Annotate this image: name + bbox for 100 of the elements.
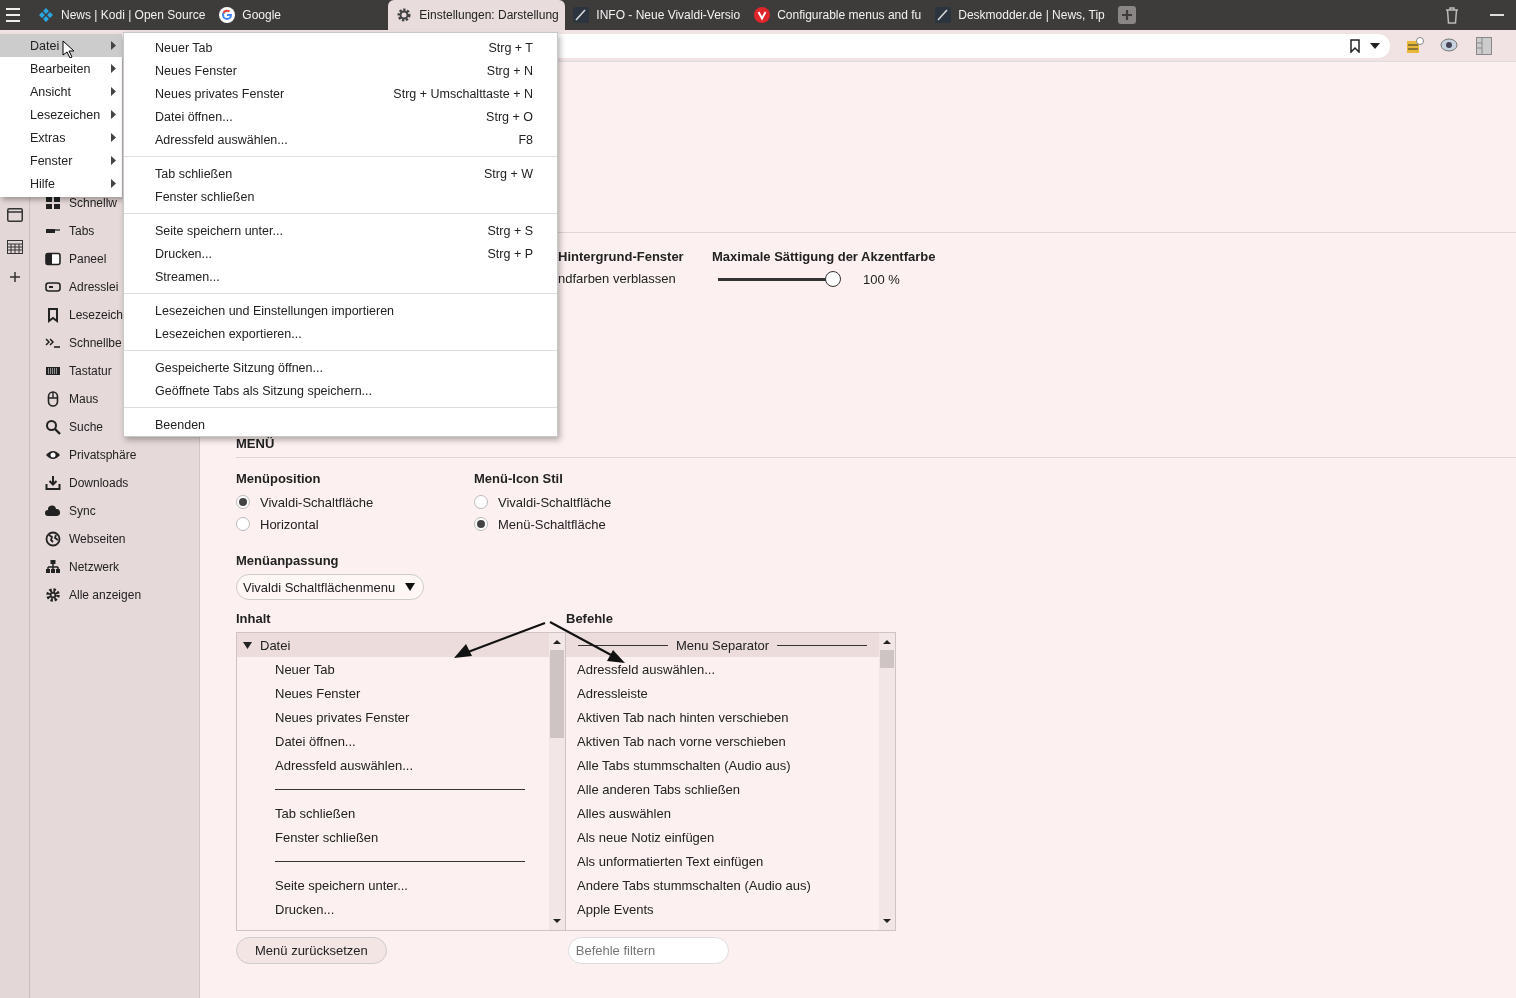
command-item[interactable]: Alle anderen Tabs schließen: [566, 777, 879, 801]
command-item[interactable]: Andere Tabs stummschalten (Audio aus): [566, 873, 879, 897]
panel-icon: [45, 251, 61, 267]
menu-dropdown[interactable]: Vivaldi Schaltflächenmenu: [236, 574, 425, 600]
menu-item[interactable]: Geöffnete Tabs als Sitzung speichern...: [124, 379, 557, 402]
command-item[interactable]: Adressleiste: [566, 681, 879, 705]
tree-item[interactable]: Datei: [237, 633, 549, 657]
tree-item[interactable]: Neuer Tab: [237, 657, 549, 681]
plus-icon[interactable]: [9, 272, 20, 282]
menu-item[interactable]: Neuer Tab Strg + T: [124, 36, 557, 59]
calendar-icon[interactable]: [6, 240, 23, 254]
globe-icon: [45, 531, 61, 547]
filter-field[interactable]: Befehle filtern: [567, 937, 729, 964]
settings-nav-item[interactable]: Suche: [69, 420, 104, 434]
shortcut-text: Strg + S: [487, 223, 533, 238]
menu-item[interactable]: Datei: [0, 34, 122, 57]
settings-nav-item[interactable]: Tabs: [69, 224, 95, 238]
shortcut-text: Strg + N: [486, 63, 533, 78]
browser-tab[interactable]: News | Kodi | Open Source: [30, 0, 212, 30]
command-item[interactable]: Alle Tabs stummschalten (Audio aus): [566, 753, 879, 777]
list-label: Inhalt: [236, 610, 272, 628]
menu-item[interactable]: Fenster: [0, 149, 122, 172]
menu-item[interactable]: Seite speichern unter... Strg + S: [124, 219, 557, 242]
tree-item[interactable]: Datei öffnen...: [237, 729, 549, 753]
caret-icon: [405, 583, 416, 591]
new-tab-button[interactable]: [1117, 6, 1136, 24]
radio-button[interactable]: [474, 495, 488, 509]
bookmark-icon[interactable]: [1350, 38, 1360, 53]
menu-item[interactable]: Lesezeichen und Einstellungen importieren: [124, 299, 557, 322]
reset-menu-button[interactable]: Menü zurücksetzen: [236, 937, 387, 964]
menu-item[interactable]: Tab schließen Strg + W: [124, 162, 557, 185]
pen-icon: [573, 7, 590, 23]
radio-label: Horizontal: [260, 516, 319, 532]
shortcut-text: Strg + Umschalttaste + N: [393, 86, 533, 101]
settings-nav-item[interactable]: Tastatur: [69, 364, 112, 378]
settings-nav-item[interactable]: Alle anzeigen: [69, 588, 142, 602]
sidebar-panel-icon[interactable]: [1476, 36, 1492, 55]
tree-item[interactable]: Fenster schließen: [237, 825, 549, 849]
settings-nav-item[interactable]: Webseiten: [69, 532, 126, 546]
settings-nav-item[interactable]: Sync: [69, 504, 96, 518]
command-item[interactable]: Als neue Notiz einfügen: [566, 825, 879, 849]
tree-item[interactable]: Adressfeld auswählen...: [237, 753, 549, 777]
gear-icon: [396, 7, 413, 23]
menu-item[interactable]: Bearbeiten: [0, 57, 122, 80]
browser-tab[interactable]: Einstellungen: Darstellung: [388, 0, 566, 30]
search-icon: [45, 419, 61, 435]
settings-nav-item[interactable]: Lesezeich: [69, 308, 124, 322]
browser-tab[interactable]: INFO - Neue Vivaldi-Versio: [565, 0, 747, 30]
radio-button[interactable]: [474, 517, 488, 531]
command-item[interactable]: Menu Separator: [566, 633, 879, 657]
menu-item[interactable]: Streamen...: [124, 265, 557, 288]
menu-item[interactable]: Datei öffnen... Strg + O: [124, 105, 557, 128]
extension-icon[interactable]: [1406, 36, 1424, 55]
submenu-arrow-icon: [111, 64, 116, 73]
browser-tab[interactable]: Deskmodder.de | News, Tip: [927, 0, 1111, 30]
tree-item[interactable]: Seite speichern unter...: [237, 873, 549, 897]
browser-tab[interactable]: Configurable menus and fu: [746, 0, 928, 30]
menu-item[interactable]: Drucken... Strg + P: [124, 242, 557, 265]
command-item[interactable]: Apple Events: [566, 897, 879, 921]
tree-item[interactable]: Tab schließen: [237, 801, 549, 825]
menu-item[interactable]: Gespeicherte Sitzung öffnen...: [124, 356, 557, 379]
scrollbar[interactable]: [549, 633, 565, 930]
settings-nav-item[interactable]: Paneel: [69, 252, 107, 266]
command-item[interactable]: Adressfeld auswählen...: [566, 657, 879, 681]
command-item[interactable]: Alles auswählen: [566, 801, 879, 825]
menu-item[interactable]: Adressfeld auswählen... F8: [124, 128, 557, 151]
window-icon[interactable]: [6, 208, 23, 222]
tree-item[interactable]: Drucken...: [237, 897, 549, 921]
tree-item[interactable]: Neues Fenster: [237, 681, 549, 705]
bookmark-icon: [45, 307, 61, 323]
mouse-icon: [45, 391, 61, 407]
menu-item[interactable]: Hilfe: [0, 172, 122, 195]
settings-nav-item[interactable]: Netzwerk: [69, 560, 119, 574]
menu-item[interactable]: Lesezeichen exportieren...: [124, 322, 557, 345]
menu-item[interactable]: Neues privates Fenster Strg + Umschalttaste + N: [124, 82, 557, 105]
command-item[interactable]: Als unformatierten Text einfügen: [566, 849, 879, 873]
radio-button[interactable]: [236, 495, 250, 509]
pen-icon: [935, 7, 952, 23]
browser-tab[interactable]: Google: [211, 0, 389, 30]
menu-item[interactable]: Lesezeichen: [0, 103, 122, 126]
tree-item[interactable]: Neues privates Fenster: [237, 705, 549, 729]
speech-bubble-icon[interactable]: [1440, 37, 1458, 54]
settings-nav-item[interactable]: Schnellbe: [69, 336, 122, 350]
command-item[interactable]: Aktiven Tab nach hinten verschieben: [566, 705, 879, 729]
menu-item[interactable]: Extras: [0, 126, 122, 149]
menu-item[interactable]: Ansicht: [0, 80, 122, 103]
caret-icon[interactable]: [1370, 42, 1380, 49]
radio-button[interactable]: [236, 517, 250, 531]
settings-nav-item[interactable]: Adresslei: [69, 280, 119, 294]
setting-option-label: ndfarben verblassen: [558, 270, 677, 288]
settings-nav-item[interactable]: Schnellw: [69, 196, 118, 210]
menu-item[interactable]: Beenden: [124, 413, 557, 436]
command-item[interactable]: Aktiven Tab nach vorne verschieben: [566, 729, 879, 753]
scrollbar[interactable]: [879, 633, 895, 930]
settings-nav-item[interactable]: Maus: [69, 392, 99, 406]
settings-nav-item[interactable]: Privatsphäre: [69, 448, 137, 462]
menu-item[interactable]: Fenster schließen: [124, 185, 557, 208]
trash-icon[interactable]: [1444, 6, 1460, 24]
settings-nav-item[interactable]: Downloads: [69, 476, 129, 490]
menu-item[interactable]: Neues Fenster Strg + N: [124, 59, 557, 82]
